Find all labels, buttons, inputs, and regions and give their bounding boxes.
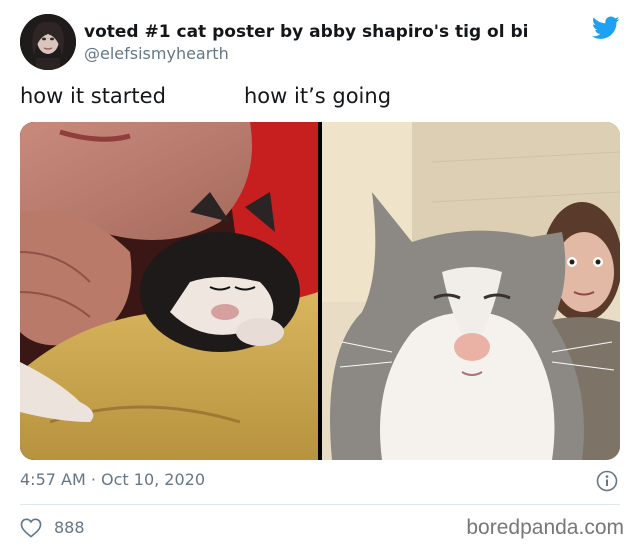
kitten-photo[interactable] xyxy=(20,122,318,460)
avatar[interactable] xyxy=(20,14,76,70)
cat-selfie-photo[interactable] xyxy=(322,122,620,460)
display-name[interactable]: voted #1 cat poster by abby shapiro's ti… xyxy=(84,22,528,42)
caption-how-its-going: how it’s going xyxy=(244,84,392,108)
tweet-header: voted #1 cat poster by abby shapiro's ti… xyxy=(20,14,620,74)
tweet-timestamp[interactable]: 4:57 AM · Oct 10, 2020 xyxy=(20,470,205,489)
tweet-text: how it started how it’s going xyxy=(20,84,620,112)
tweet-media[interactable] xyxy=(20,122,620,460)
divider xyxy=(20,504,620,505)
user-handle[interactable]: @elefsismyhearth xyxy=(84,44,229,63)
twitter-bird-icon[interactable] xyxy=(591,16,620,40)
watermark: boredpanda.com xyxy=(466,516,624,539)
like-count: 888 xyxy=(54,518,85,537)
heart-icon[interactable] xyxy=(20,518,42,538)
caption-how-it-started: how it started xyxy=(20,84,166,108)
info-icon[interactable] xyxy=(596,470,618,492)
